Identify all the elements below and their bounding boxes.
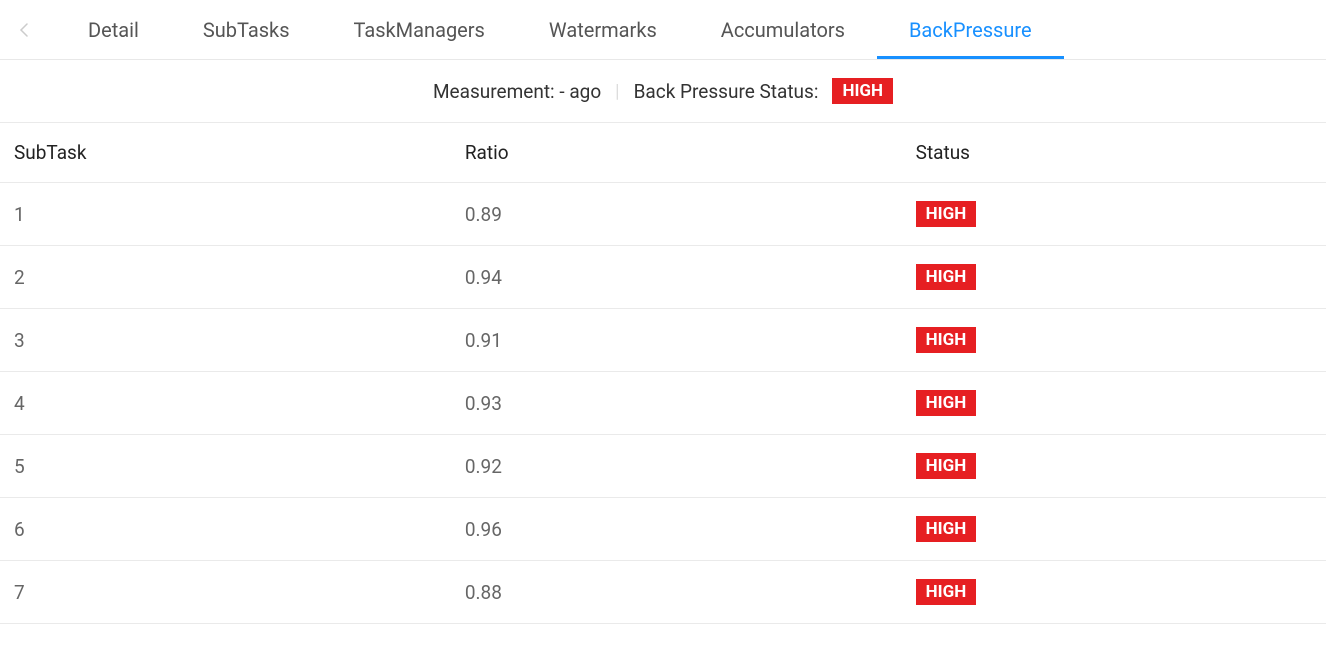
cell-subtask: 7: [0, 561, 451, 624]
tab-watermarks[interactable]: Watermarks: [517, 1, 689, 59]
cell-subtask: 5: [0, 435, 451, 498]
cell-status: HIGH: [902, 372, 1326, 435]
measurement-value: - ago: [559, 80, 601, 103]
backpressure-table: SubTask Ratio Status 10.89HIGH20.94HIGH3…: [0, 122, 1326, 624]
cell-subtask: 6: [0, 498, 451, 561]
status-badge: HIGH: [916, 264, 977, 290]
summary-bar: Measurement: - ago | Back Pressure Statu…: [0, 60, 1326, 122]
cell-ratio: 0.91: [451, 309, 902, 372]
status-badge: HIGH: [916, 516, 977, 542]
cell-ratio: 0.89: [451, 183, 902, 246]
cell-ratio: 0.88: [451, 561, 902, 624]
cell-status: HIGH: [902, 183, 1326, 246]
cell-status: HIGH: [902, 498, 1326, 561]
status-badge: HIGH: [916, 327, 977, 353]
backpressure-status-label: Back Pressure Status:: [634, 80, 819, 103]
status-badge: HIGH: [916, 201, 977, 227]
chevron-left-icon: [19, 23, 29, 37]
header-ratio: Ratio: [451, 123, 902, 183]
table-row: 60.96 HIGH: [0, 498, 1326, 561]
table-row: 10.89 HIGH: [0, 183, 1326, 246]
cell-ratio: 0.93: [451, 372, 902, 435]
cell-subtask: 2: [0, 246, 451, 309]
tab-accumulators[interactable]: Accumulators: [689, 1, 877, 59]
cell-ratio: 0.96: [451, 498, 902, 561]
cell-status: HIGH: [902, 309, 1326, 372]
tab-backpressure[interactable]: BackPressure: [877, 1, 1064, 59]
status-badge: HIGH: [916, 579, 977, 605]
tabs-bar: DetailSubTasksTaskManagersWatermarksAccu…: [0, 0, 1326, 60]
table-row: 30.91 HIGH: [0, 309, 1326, 372]
backpressure-status-badge: HIGH: [832, 78, 893, 104]
cell-ratio: 0.92: [451, 435, 902, 498]
cell-status: HIGH: [902, 435, 1326, 498]
cell-subtask: 3: [0, 309, 451, 372]
cell-subtask: 1: [0, 183, 451, 246]
status-badge: HIGH: [916, 453, 977, 479]
header-subtask: SubTask: [0, 123, 451, 183]
table-row: 50.92 HIGH: [0, 435, 1326, 498]
header-status: Status: [902, 123, 1326, 183]
tab-subtasks[interactable]: SubTasks: [171, 1, 322, 59]
cell-status: HIGH: [902, 246, 1326, 309]
summary-divider: |: [615, 81, 619, 102]
cell-status: HIGH: [902, 561, 1326, 624]
table-row: 70.88 HIGH: [0, 561, 1326, 624]
table-row: 20.94 HIGH: [0, 246, 1326, 309]
measurement-label: Measurement: - ago: [433, 80, 601, 103]
cell-subtask: 4: [0, 372, 451, 435]
tab-taskmanagers[interactable]: TaskManagers: [322, 1, 517, 59]
table-header-row: SubTask Ratio Status: [0, 123, 1326, 183]
status-badge: HIGH: [916, 390, 977, 416]
tab-detail[interactable]: Detail: [40, 1, 171, 59]
cell-ratio: 0.94: [451, 246, 902, 309]
table-row: 40.93 HIGH: [0, 372, 1326, 435]
tabs-list: DetailSubTasksTaskManagersWatermarksAccu…: [40, 1, 1064, 59]
tabs-prev-arrow[interactable]: [8, 14, 40, 46]
